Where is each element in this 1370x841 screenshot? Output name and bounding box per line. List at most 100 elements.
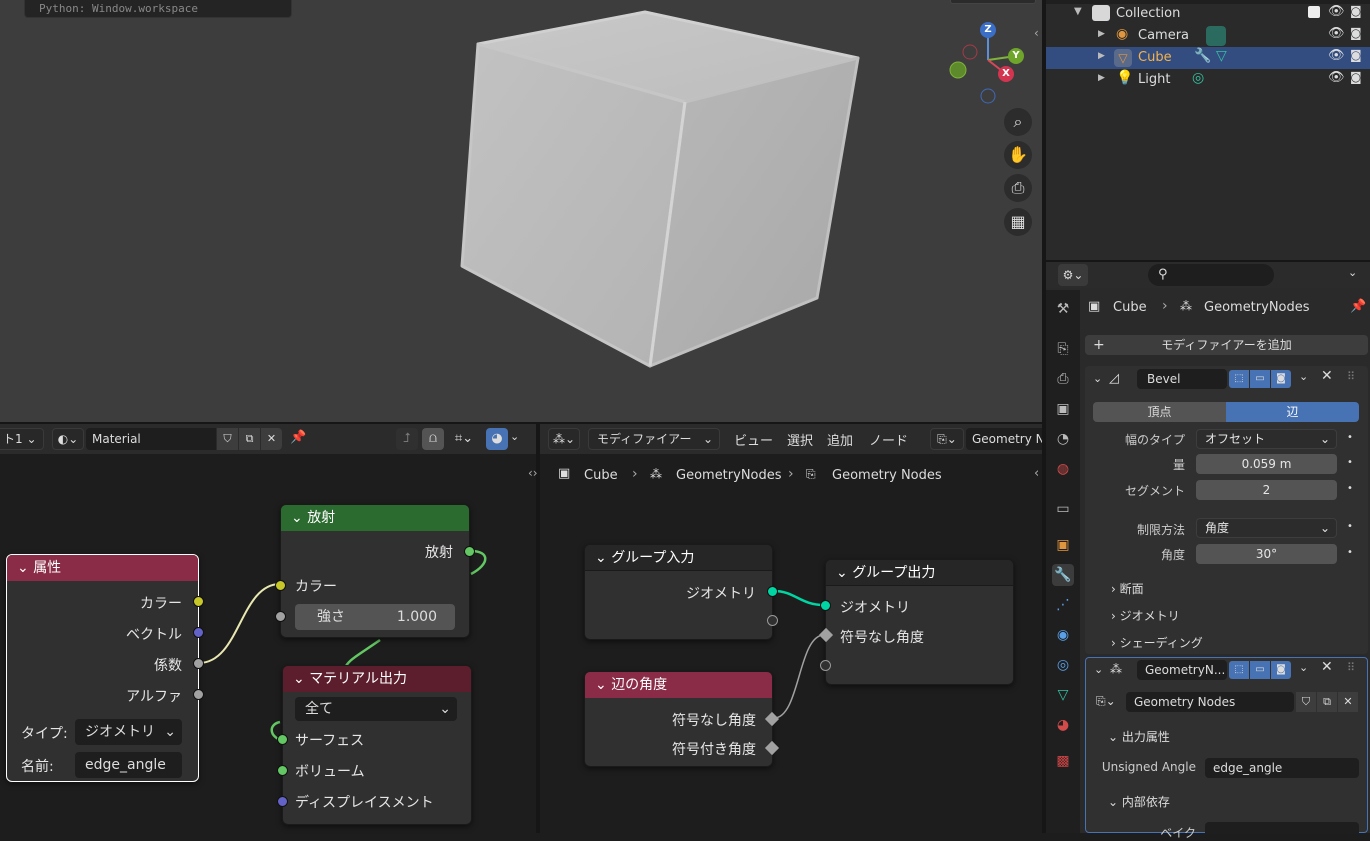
- gizmo-x-axis[interactable]: X: [998, 66, 1014, 82]
- render-camera-icon[interactable]: ◙: [1350, 4, 1362, 18]
- node-edge-angle[interactable]: ⌄ 辺の角度 符号なし角度 符号付き角度: [584, 671, 780, 767]
- slot-dropdown[interactable]: ト1 ⌄: [0, 428, 44, 450]
- node-material-output[interactable]: ⌄ マテリアル出力 全て ⌄ サーフェス ボリューム ディスプレイスメント: [277, 665, 472, 825]
- editor-type-icon[interactable]: ⁂⌄: [548, 428, 580, 450]
- chevron-down-icon[interactable]: ⌄: [1299, 370, 1308, 383]
- section-internal-dependencies[interactable]: ⌄ 内部依存: [1108, 793, 1170, 810]
- tab-edge[interactable]: 辺: [1226, 402, 1359, 422]
- object-icon[interactable]: ▣: [1052, 534, 1074, 556]
- cube-render[interactable]: [0, 0, 1042, 422]
- output-icon[interactable]: ⎙: [1052, 368, 1074, 390]
- geonodes-name-field[interactable]: GeometryN...: [1137, 660, 1227, 680]
- outliner-row-camera[interactable]: ▶ ◉ Camera 👁 ◙: [1046, 25, 1370, 47]
- node-emission-header[interactable]: ⌄ 放射: [281, 505, 469, 531]
- area-divider-outliner[interactable]: [1046, 260, 1370, 262]
- node-attribute[interactable]: ⌄ 属性 カラー ベクトル 係数 アルファ タイプ: ジオメトリ ⌄ 名前: ed…: [6, 554, 204, 782]
- socket-vector-output[interactable]: [193, 627, 204, 638]
- drag-handle-icon[interactable]: ⠿: [1347, 370, 1355, 383]
- area-divider-vertical[interactable]: [1042, 0, 1046, 833]
- search-icon[interactable]: ⚲: [1148, 264, 1274, 286]
- node-tree-icon[interactable]: ⎘⌄: [930, 428, 964, 450]
- view-layer-icon[interactable]: ▣: [1052, 398, 1074, 420]
- eye-icon[interactable]: 👁: [1328, 4, 1345, 19]
- gizmo-y-axis[interactable]: Y: [1008, 48, 1024, 64]
- socket-strength-input[interactable]: [275, 611, 286, 622]
- texture-icon[interactable]: ▩: [1052, 750, 1074, 772]
- socket-fac-output[interactable]: [193, 658, 204, 669]
- node-emission[interactable]: ⌄ 放射 放射 カラー 強さ 1.000: [275, 504, 475, 638]
- eye-icon[interactable]: 👁: [1328, 48, 1345, 63]
- collapse-arrow-icon[interactable]: ‹: [1034, 26, 1039, 40]
- socket-geometry-output[interactable]: [767, 586, 778, 597]
- socket-color-output[interactable]: [193, 596, 204, 607]
- close-icon[interactable]: ✕: [1321, 368, 1333, 384]
- node-group-input[interactable]: ⌄ グループ入力 ジオメトリ: [584, 544, 778, 640]
- section-output-attributes[interactable]: ⌄ 出力属性: [1108, 728, 1170, 745]
- outliner[interactable]: ▼ Collection 👁 ◙ ▶ ◉ Camera 👁 ◙ ▶ ▽ Cube…: [1046, 0, 1370, 260]
- zoom-icon[interactable]: ⌕: [1004, 108, 1032, 136]
- section-shading[interactable]: › シェーディング: [1111, 634, 1203, 651]
- modifier-wrench-icon[interactable]: 🔧: [1052, 564, 1074, 586]
- menu-node[interactable]: ノード: [869, 430, 908, 449]
- overlay-icon[interactable]: ◕: [486, 428, 508, 450]
- 3d-viewport[interactable]: Python: Window.workspace Z Y X ⌕ ✋ ⎙ ▦ ‹: [0, 0, 1042, 422]
- socket-geometry-input[interactable]: [820, 600, 831, 611]
- duplicate-icon[interactable]: ⧉: [239, 428, 260, 450]
- fake-user-shield-icon[interactable]: ⛉: [1296, 692, 1316, 712]
- outliner-row-collection[interactable]: ▼ Collection 👁 ◙: [1046, 3, 1370, 25]
- outliner-row-light[interactable]: ▶ 💡 Light ◎ 👁 ◙: [1046, 69, 1370, 91]
- tool-icon[interactable]: ⚒: [1052, 298, 1074, 320]
- menu-add[interactable]: 追加: [827, 430, 853, 449]
- socket-displacement-input[interactable]: [277, 796, 288, 807]
- pan-hand-icon[interactable]: ✋: [1004, 141, 1032, 169]
- add-modifier-button[interactable]: + モディファイアーを追加: [1085, 335, 1368, 355]
- scene-icon[interactable]: ◔: [1052, 428, 1074, 450]
- section-geometry[interactable]: › ジオメトリ: [1111, 607, 1180, 624]
- mesh-data-icon[interactable]: ▽: [1216, 48, 1227, 64]
- bake-field[interactable]: [1205, 822, 1359, 834]
- socket-surface-input[interactable]: [277, 734, 288, 745]
- expand-down-icon[interactable]: ▼: [1074, 6, 1082, 17]
- chevron-down-icon[interactable]: ⌄: [1299, 661, 1308, 674]
- duplicate-icon[interactable]: ⧉: [1317, 692, 1337, 712]
- particles-icon[interactable]: ⋰: [1052, 594, 1074, 616]
- render-camera-icon[interactable]: ◙: [1350, 26, 1362, 40]
- socket-emission-output[interactable]: [464, 546, 475, 557]
- expand-right-icon[interactable]: ▶: [1098, 29, 1105, 39]
- editmode-icon[interactable]: ⬚: [1229, 370, 1249, 388]
- keyframe-dot-icon[interactable]: •: [1347, 432, 1353, 443]
- keyframe-dot-icon[interactable]: •: [1347, 547, 1353, 558]
- menu-view[interactable]: ビュー: [734, 430, 773, 449]
- pin-icon[interactable]: 📌: [1350, 299, 1366, 314]
- name-field[interactable]: edge_angle: [75, 752, 182, 778]
- render-icon[interactable]: ⎘: [1052, 338, 1074, 360]
- type-dropdown[interactable]: ジオメトリ ⌄: [75, 719, 182, 745]
- unlink-close-icon[interactable]: ✕: [261, 428, 282, 450]
- snap-grid-icon[interactable]: ⌗⌄: [448, 428, 480, 450]
- render-camera-icon[interactable]: ◙: [1350, 70, 1362, 84]
- render-camera-icon[interactable]: ◙: [1271, 661, 1291, 679]
- socket-alpha-output[interactable]: [193, 689, 204, 700]
- material-name-field[interactable]: Material: [86, 428, 216, 450]
- material-icon[interactable]: ◕: [1052, 714, 1074, 736]
- chevron-down-icon[interactable]: ⌄: [510, 430, 519, 443]
- chevron-down-icon[interactable]: ⌄: [1094, 663, 1103, 676]
- angle-field[interactable]: 30°: [1196, 544, 1337, 564]
- chevron-down-icon[interactable]: ⌄: [1348, 266, 1357, 279]
- editmode-icon[interactable]: ⬚: [1229, 661, 1249, 679]
- socket-volume-input[interactable]: [277, 765, 288, 776]
- outliner-row-cube[interactable]: ▶ ▽ Cube 🔧 ▽ 👁 ◙: [1046, 47, 1370, 69]
- node-group-field[interactable]: Geometry Nodes: [1126, 692, 1294, 712]
- node-group-output[interactable]: ⌄ グループ出力 ジオメトリ 符号なし角度: [818, 559, 1014, 685]
- node-edge-angle-header[interactable]: ⌄ 辺の角度: [585, 672, 772, 698]
- area-divider-horizontal[interactable]: [0, 422, 1042, 424]
- render-camera-icon[interactable]: ◙: [1350, 48, 1362, 62]
- render-camera-icon[interactable]: ◙: [1271, 370, 1291, 388]
- viewport-display-icon[interactable]: ▭: [1250, 370, 1270, 388]
- node-tree-icon[interactable]: ⎘⌄: [1096, 694, 1116, 709]
- expand-right-icon[interactable]: ▶: [1098, 51, 1105, 61]
- node-group-field[interactable]: Geometry No: [966, 428, 1042, 450]
- world-icon[interactable]: ◍: [1052, 458, 1074, 480]
- node-group-output-header[interactable]: ⌄ グループ出力: [826, 560, 1013, 586]
- segments-field[interactable]: 2: [1196, 480, 1337, 500]
